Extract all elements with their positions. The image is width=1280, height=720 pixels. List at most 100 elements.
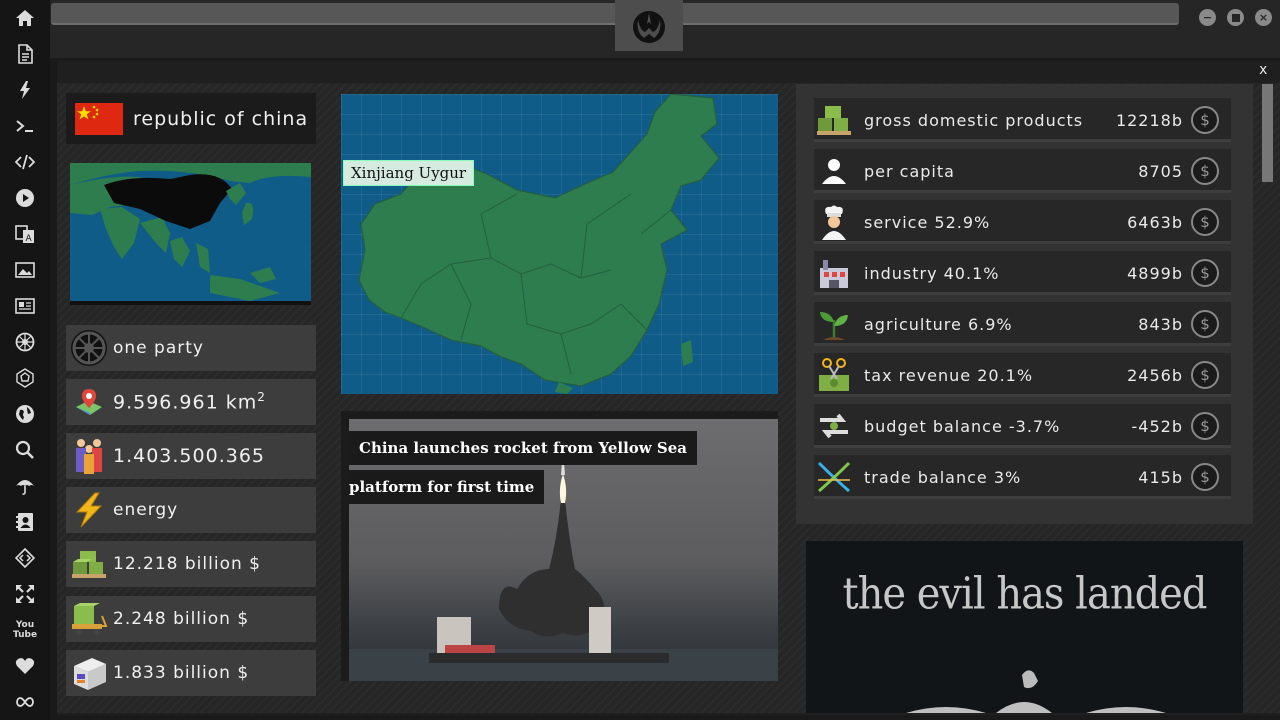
infinity-icon[interactable] bbox=[13, 690, 37, 714]
economy-label: service 52.9% bbox=[864, 212, 991, 232]
economy-label: industry 40.1% bbox=[864, 263, 1000, 283]
news-card[interactable]: China launches rocket from Yellow Sea pl… bbox=[341, 411, 778, 681]
economy-label: gross domestic products bbox=[864, 110, 1084, 130]
budget-stat: 2.248 billion $ bbox=[66, 596, 316, 642]
economy-value: 12218b bbox=[1115, 110, 1183, 130]
economy-label: per capita bbox=[864, 161, 955, 181]
economy-value: 2456b bbox=[1127, 365, 1183, 385]
dollar-coin-icon[interactable]: $ bbox=[1191, 361, 1219, 389]
dollar-coin-icon[interactable]: $ bbox=[1191, 157, 1219, 185]
economy-value: 6463b bbox=[1127, 212, 1183, 232]
terminal-icon[interactable] bbox=[13, 114, 37, 138]
dollar-coin-icon[interactable]: $ bbox=[1191, 463, 1219, 491]
resource-name: energy bbox=[113, 500, 179, 520]
search-icon[interactable] bbox=[13, 438, 37, 462]
close-window-button[interactable]: × bbox=[1255, 9, 1272, 26]
economy-label: agriculture 6.9% bbox=[864, 314, 1013, 334]
minimize-button[interactable]: − bbox=[1199, 9, 1216, 26]
economy-row[interactable]: service 52.9% 6463b $ bbox=[814, 200, 1231, 244]
bolt-icon[interactable] bbox=[13, 78, 37, 102]
rebel-logo-tab[interactable] bbox=[615, 0, 683, 51]
economy-value: -452b bbox=[1131, 416, 1183, 436]
svg-text:A: A bbox=[26, 234, 33, 244]
population-people-icon bbox=[69, 436, 109, 476]
maximize-button[interactable] bbox=[1227, 9, 1244, 26]
dollar-coin-icon[interactable]: $ bbox=[1191, 208, 1219, 236]
economy-label: budget balance -3.7% bbox=[864, 416, 1061, 436]
economy-row[interactable]: gross domestic products 12218b $ bbox=[814, 98, 1231, 142]
play-icon[interactable] bbox=[13, 186, 37, 210]
country-name: republic of china bbox=[133, 107, 309, 130]
code-icon[interactable] bbox=[13, 150, 37, 174]
economy-row[interactable]: industry 40.1% 4899b $ bbox=[814, 251, 1231, 295]
resource-stat: energy bbox=[66, 487, 316, 533]
region-minimap[interactable] bbox=[70, 163, 311, 305]
dollar-coin-icon[interactable]: $ bbox=[1191, 412, 1219, 440]
economy-row[interactable]: agriculture 6.9% 843b $ bbox=[814, 302, 1231, 346]
promo-banner[interactable]: the evil has landed bbox=[806, 541, 1243, 713]
economy-row[interactable]: tax revenue 20.1% 2456b $ bbox=[814, 353, 1231, 397]
economy-value: 8705 bbox=[1138, 161, 1183, 181]
dollar-coin-icon[interactable]: $ bbox=[1191, 106, 1219, 134]
person-icon bbox=[815, 152, 853, 190]
dodecahedron-icon[interactable] bbox=[13, 366, 37, 390]
economy-label: trade balance 3% bbox=[864, 467, 1022, 487]
home-icon[interactable] bbox=[13, 6, 37, 30]
area-value: 9.596.961 km2 bbox=[113, 390, 266, 414]
economy-scrollbar[interactable] bbox=[1262, 84, 1273, 182]
dollar-coin-icon[interactable]: $ bbox=[1191, 310, 1219, 338]
economy-value: 415b bbox=[1138, 467, 1183, 487]
economy-row[interactable]: budget balance -3.7% -452b $ bbox=[814, 404, 1231, 448]
china-flag-icon bbox=[75, 102, 123, 135]
empire-icon[interactable] bbox=[13, 330, 37, 354]
heart-icon[interactable] bbox=[13, 654, 37, 678]
money-cart-icon bbox=[69, 599, 109, 639]
economy-label: tax revenue 20.1% bbox=[864, 365, 1034, 385]
country-header: republic of china bbox=[66, 93, 316, 144]
money-pallet-icon bbox=[69, 544, 109, 584]
newspaper-icon[interactable] bbox=[13, 294, 37, 318]
economy-row[interactable]: per capita 8705 $ bbox=[814, 149, 1231, 193]
plant-icon bbox=[815, 305, 853, 343]
scissors-cash-icon bbox=[815, 356, 853, 394]
chef-icon bbox=[815, 203, 853, 241]
empire-emblem-icon bbox=[69, 328, 109, 368]
fullscreen-icon[interactable] bbox=[13, 582, 37, 606]
factory-icon bbox=[815, 254, 853, 292]
sidebar: A You Tube bbox=[0, 0, 50, 720]
area-stat: 9.596.961 km2 bbox=[66, 379, 316, 425]
youtube-icon[interactable]: You Tube bbox=[13, 616, 37, 644]
close-panel-button[interactable]: x bbox=[1259, 62, 1267, 78]
population-stat: 1.403.500.365 bbox=[66, 433, 316, 479]
translate-icon[interactable]: A bbox=[13, 222, 37, 246]
economy-value: 4899b bbox=[1127, 263, 1183, 283]
news-headline-line2: platform for first time bbox=[349, 470, 545, 504]
budget-value: 2.248 billion $ bbox=[113, 609, 250, 629]
economy-value: 843b bbox=[1138, 314, 1183, 334]
map-pin-icon bbox=[69, 382, 109, 422]
exchange-icon bbox=[815, 407, 853, 445]
contacts-icon[interactable] bbox=[13, 510, 37, 534]
map-region-tooltip: Xinjiang Uygur bbox=[343, 160, 475, 186]
trade-cross-icon bbox=[815, 458, 853, 496]
rebel-alliance-icon bbox=[633, 10, 665, 43]
country-map[interactable] bbox=[341, 94, 778, 394]
news-headline-line1: China launches rocket from Yellow Sea bbox=[349, 431, 698, 465]
energy-bolt-icon bbox=[69, 490, 109, 530]
image-icon[interactable] bbox=[13, 258, 37, 282]
shipping-value: 1.833 billion $ bbox=[113, 663, 250, 683]
government-type: one party bbox=[113, 338, 204, 358]
government-stat: one party bbox=[66, 325, 316, 371]
diamond-code-icon[interactable] bbox=[13, 546, 37, 570]
gdp-value: 12.218 billion $ bbox=[113, 554, 261, 574]
umbrella-icon[interactable] bbox=[13, 474, 37, 498]
shipping-box-icon bbox=[69, 653, 109, 693]
dollar-coin-icon[interactable]: $ bbox=[1191, 259, 1219, 287]
population-value: 1.403.500.365 bbox=[113, 445, 266, 467]
document-icon[interactable] bbox=[13, 42, 37, 66]
money-pallet-icon bbox=[815, 101, 853, 139]
gdp-stat: 12.218 billion $ bbox=[66, 541, 316, 587]
shipping-stat: 1.833 billion $ bbox=[66, 650, 316, 696]
globe-icon[interactable] bbox=[13, 402, 37, 426]
economy-row[interactable]: trade balance 3% 415b $ bbox=[814, 455, 1231, 499]
